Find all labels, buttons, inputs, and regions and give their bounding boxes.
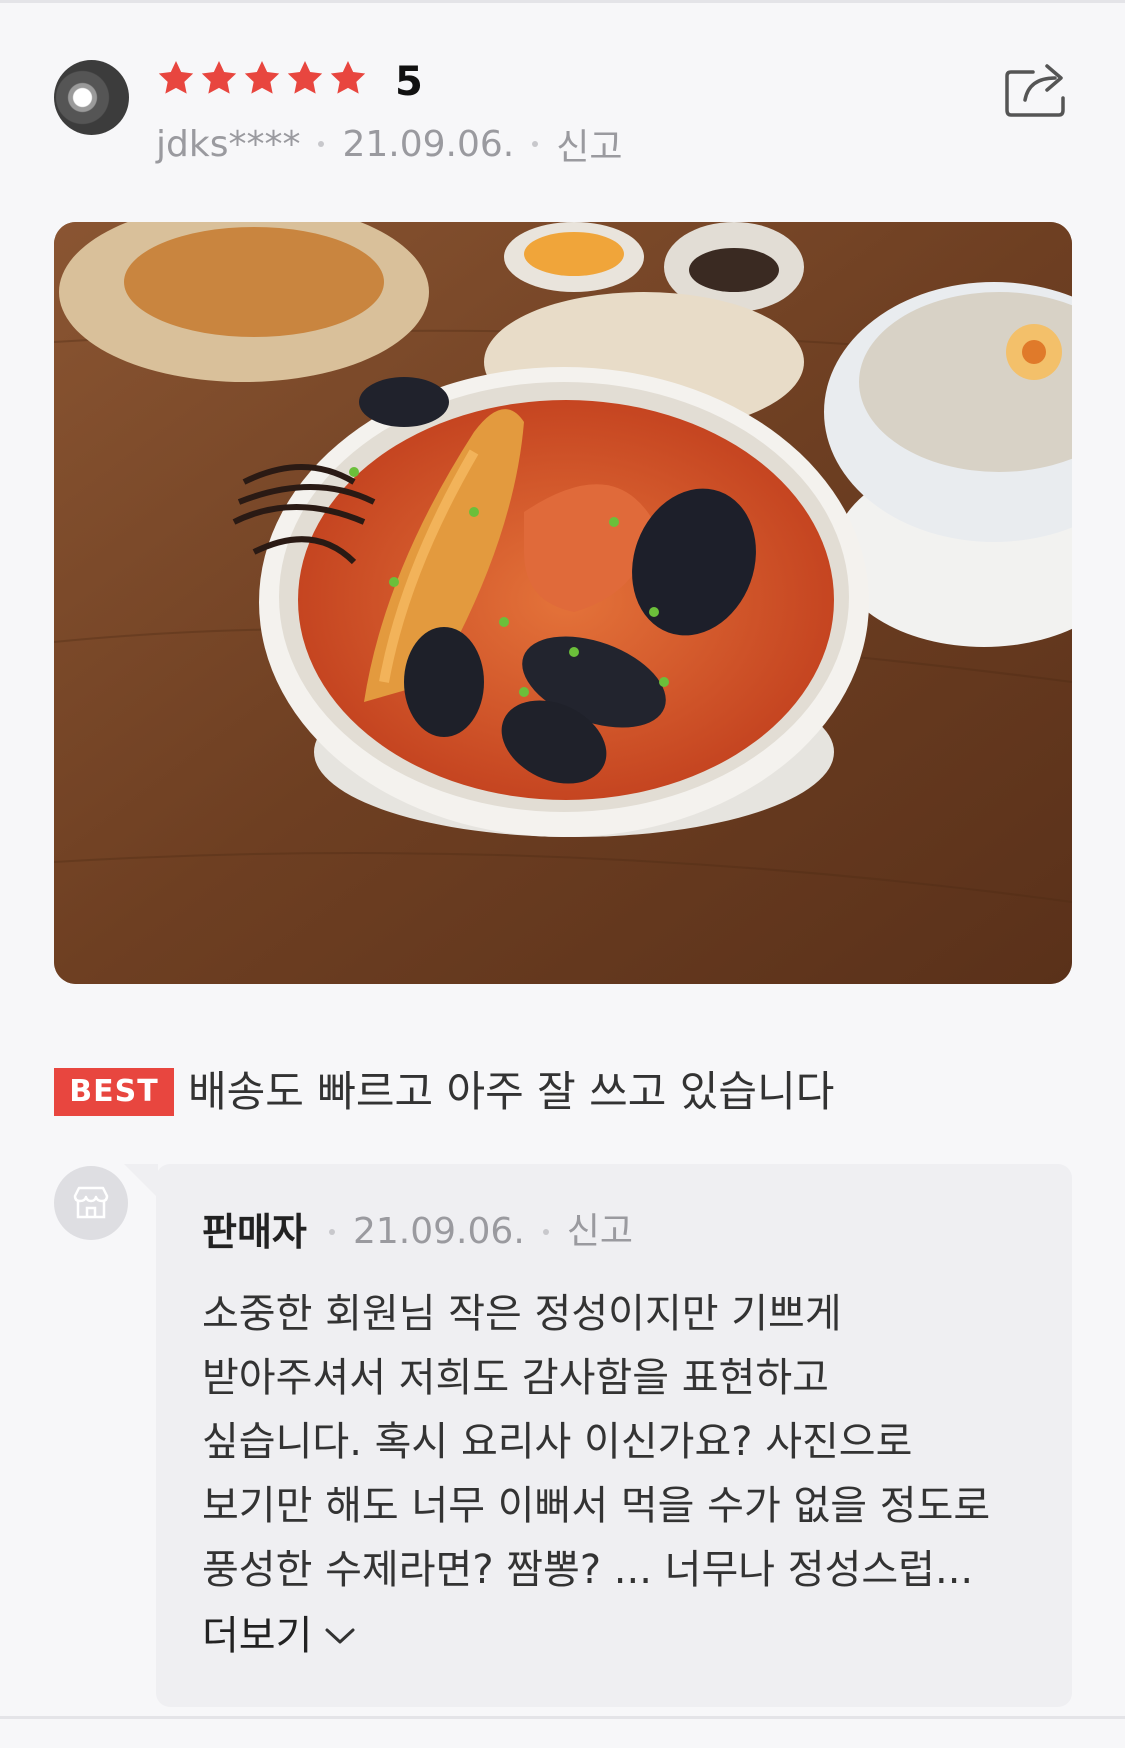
star-icon bbox=[201, 61, 237, 94]
top-divider bbox=[0, 0, 1125, 3]
separator-dot bbox=[532, 141, 539, 147]
show-more-label: 더보기 bbox=[202, 1613, 313, 1659]
reply-line: 싶습니다. 혹시 요리사 이신가요? 사진으로 bbox=[202, 1419, 913, 1465]
reply-line: 소중한 회원님 작은 정성이지만 기쁘게 bbox=[202, 1291, 842, 1337]
seller-reply-meta: 21.09.06. 신고 bbox=[311, 1206, 633, 1258]
report-link[interactable]: 신고 bbox=[556, 118, 622, 170]
separator-dot bbox=[318, 141, 325, 147]
reply-line: 풍성한 수제라면? 짬뽕? ... 너무나 정성스럽... bbox=[202, 1547, 974, 1593]
review-photo[interactable] bbox=[54, 222, 1072, 984]
reviewer-username: jdks**** bbox=[156, 123, 301, 165]
reply-line: 받아주셔서 저희도 감사함을 표현하고 bbox=[202, 1355, 829, 1401]
best-badge: BEST bbox=[54, 1068, 174, 1116]
review-date: 21.09.06. bbox=[342, 123, 515, 165]
reviewer-avatar[interactable] bbox=[54, 60, 129, 135]
star-icon bbox=[244, 61, 280, 94]
show-more-button[interactable]: 더보기 bbox=[202, 1604, 356, 1668]
star-rating bbox=[156, 58, 371, 98]
star-icon bbox=[330, 61, 366, 94]
separator-dot bbox=[542, 1229, 549, 1235]
seller-reply-date: 21.09.06. bbox=[353, 1211, 525, 1252]
share-icon[interactable] bbox=[1003, 58, 1073, 120]
chevron-down-icon bbox=[325, 1628, 355, 1644]
seller-report-link[interactable]: 신고 bbox=[567, 1206, 633, 1258]
review-text: 배송도 빠르고 아주 잘 쓰고 있습니다 bbox=[188, 1067, 835, 1116]
separator-dot bbox=[329, 1229, 335, 1235]
reply-bubble-notch bbox=[124, 1164, 158, 1198]
review-meta: jdks**** 21.09.06. 신고 bbox=[156, 118, 622, 170]
bottom-divider bbox=[0, 1716, 1125, 1719]
star-icon bbox=[158, 61, 194, 94]
seller-name: 판매자 bbox=[202, 1210, 307, 1254]
seller-reply-text: 소중한 회원님 작은 정성이지만 기쁘게 받아주셔서 저희도 감사함을 표현하고… bbox=[202, 1282, 990, 1602]
reply-line: 보기만 해도 너무 이뻐서 먹을 수가 없을 정도로 bbox=[202, 1483, 991, 1529]
star-icon bbox=[287, 61, 323, 94]
store-icon bbox=[73, 1186, 109, 1219]
seller-avatar bbox=[54, 1166, 128, 1240]
rating-value: 5 bbox=[395, 59, 423, 105]
